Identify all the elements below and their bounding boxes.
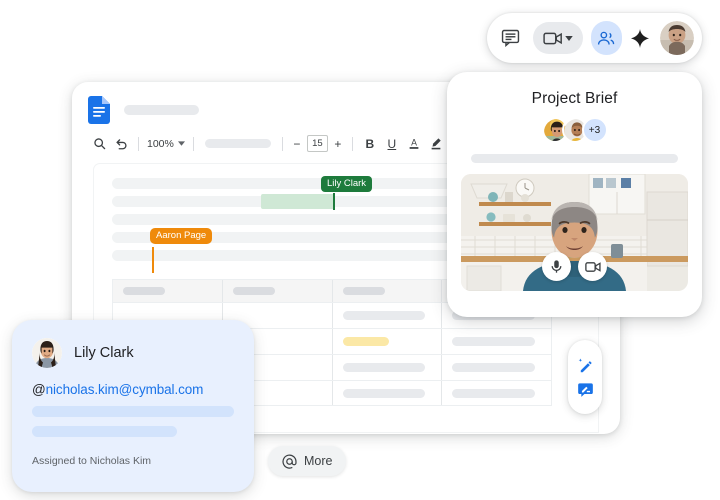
- underline-button[interactable]: U: [381, 133, 403, 155]
- user-avatar[interactable]: [660, 21, 695, 55]
- collaborator-cursor-aaron: [152, 247, 154, 273]
- table-cell[interactable]: [333, 303, 443, 328]
- zoom-level-dropdown[interactable]: 100%: [145, 138, 187, 150]
- more-button[interactable]: More: [268, 446, 347, 476]
- text-line: [112, 250, 460, 261]
- collaborator-cursor-lily: [333, 193, 335, 210]
- cell-placeholder: [342, 311, 426, 320]
- at-sign-icon: [282, 454, 297, 469]
- participant-avatars: +3: [461, 117, 688, 143]
- sparkle-ai-icon[interactable]: [626, 21, 654, 55]
- cell-placeholder: [452, 388, 536, 398]
- table-cell[interactable]: [333, 329, 443, 354]
- screenshot-stage: 100% − 15 + B U A Lily Clark Aaron Page …: [0, 0, 720, 500]
- table-header-cell: [223, 280, 333, 302]
- video-tile[interactable]: [461, 174, 688, 291]
- video-controls: [461, 252, 688, 281]
- table-header-cell: [333, 280, 443, 302]
- table-cell[interactable]: [333, 381, 443, 405]
- cell-placeholder: [342, 388, 426, 398]
- mention-prefix: @: [32, 382, 46, 397]
- comment-author-name: Lily Clark: [74, 345, 134, 361]
- people-icon[interactable]: [590, 21, 623, 55]
- video-camera-icon: [542, 32, 562, 44]
- svg-text:A: A: [411, 138, 417, 148]
- cell-placeholder: [452, 363, 536, 372]
- chevron-down-icon: [564, 35, 573, 41]
- table-cell[interactable]: [442, 329, 551, 354]
- header-cell-placeholder: [232, 287, 275, 295]
- comment-card: Lily Clark @nicholas.kim@cymbal.com Assi…: [12, 320, 254, 492]
- video-camera-icon[interactable]: [578, 252, 607, 281]
- collaborator-selection-lily: [261, 194, 335, 209]
- header-cell-placeholder: [342, 287, 385, 295]
- comment-assignment-label: Assigned to Nicholas Kim: [32, 455, 152, 467]
- table-header-cell: [113, 280, 223, 302]
- toolbar-divider: [138, 136, 139, 151]
- cell-placeholder: [342, 363, 426, 372]
- toolbar-divider: [281, 136, 283, 151]
- font-size-increase-button[interactable]: +: [330, 137, 346, 151]
- mention-email[interactable]: nicholas.kim@cymbal.com: [46, 382, 204, 397]
- comment-text-placeholder: [32, 426, 178, 437]
- table-cell[interactable]: [442, 381, 551, 405]
- magic-pen-icon[interactable]: [577, 357, 594, 374]
- chevron-down-icon: [177, 141, 185, 146]
- google-docs-icon: [88, 96, 110, 124]
- meet-card-title: Project Brief: [531, 90, 618, 107]
- document-title-placeholder[interactable]: [124, 105, 199, 115]
- table-cell[interactable]: [442, 355, 551, 380]
- project-brief-card: Project Brief +3: [447, 72, 702, 317]
- font-size-input[interactable]: 15: [306, 135, 328, 152]
- zoom-level-value: 100%: [147, 137, 174, 150]
- add-comment-icon[interactable]: [577, 382, 594, 398]
- header-cell-placeholder: [123, 287, 165, 295]
- participants-overflow-badge[interactable]: +3: [581, 117, 608, 143]
- document-side-actions: [568, 340, 602, 414]
- toolbar-divider: [351, 136, 353, 151]
- comment-author-row: Lily Clark: [32, 338, 234, 368]
- table-cell[interactable]: [333, 355, 443, 380]
- highlighter-icon[interactable]: [425, 133, 447, 155]
- font-family-placeholder[interactable]: [204, 139, 271, 148]
- avatar[interactable]: [32, 338, 62, 368]
- meeting-top-toolbar: [487, 13, 702, 63]
- collaborator-flag-aaron: Aaron Page: [150, 228, 213, 244]
- font-size-decrease-button[interactable]: −: [289, 137, 305, 151]
- more-button-label: More: [304, 454, 333, 468]
- comment-text-placeholder: [32, 406, 234, 417]
- meet-subtitle-placeholder: [471, 154, 678, 163]
- cell-highlight: [342, 337, 389, 346]
- camera-dropdown-button[interactable]: [532, 22, 583, 54]
- microphone-icon[interactable]: [542, 252, 571, 281]
- toolbar-divider: [192, 136, 194, 151]
- cell-placeholder: [452, 337, 536, 346]
- bold-button[interactable]: B: [359, 133, 381, 155]
- undo-icon[interactable]: [110, 133, 132, 155]
- collaborator-flag-lily: Lily Clark: [321, 176, 373, 192]
- chat-bubble-icon[interactable]: [495, 21, 527, 55]
- comment-mention: @nicholas.kim@cymbal.com: [32, 382, 234, 397]
- text-color-button[interactable]: A: [403, 133, 425, 155]
- search-icon[interactable]: [88, 133, 110, 155]
